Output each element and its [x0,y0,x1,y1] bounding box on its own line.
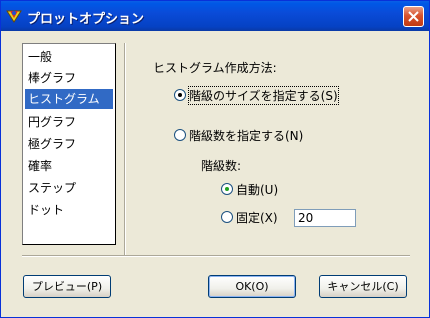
count-heading: 階級数: [201,159,242,173]
preview-button[interactable]: プレビュー(P) [23,275,111,298]
list-item-pie[interactable]: 円グラフ [25,112,113,132]
dialog-window: プロットオプション 一般 棒グラフ ヒストグラム 円グラフ 極グラフ 確率 ステ… [0,0,430,318]
list-item-step[interactable]: ステップ [25,178,113,198]
close-icon [408,11,419,22]
app-icon [6,8,22,24]
title-bar[interactable]: プロットオプション [1,1,429,31]
list-item-bar[interactable]: 棒グラフ [25,68,113,88]
radio-bin-size-label[interactable]: 階級のサイズを指定する(S) [188,86,339,105]
radio-bin-size[interactable] [174,89,186,101]
category-list[interactable]: 一般 棒グラフ ヒストグラム 円グラフ 極グラフ 確率 ステップ ドット [22,43,116,245]
list-item-probability[interactable]: 確率 [25,156,113,176]
horizontal-separator [22,255,410,257]
ok-button[interactable]: OK(O) [208,275,296,298]
radio-auto[interactable] [221,183,233,195]
radio-fixed-label[interactable]: 固定(X) [236,209,278,226]
close-button[interactable] [403,6,424,27]
method-heading: ヒストグラム作成方法: [153,61,277,75]
vertical-separator [124,43,126,255]
radio-auto-label[interactable]: 自動(U) [236,181,278,198]
window-title: プロットオプション [27,12,145,27]
list-item-dot[interactable]: ドット [25,200,113,220]
fixed-count-input[interactable] [294,209,356,227]
list-item-general[interactable]: 一般 [25,47,113,67]
radio-bin-count-label[interactable]: 階級数を指定する(N) [189,127,303,144]
cancel-button[interactable]: キャンセル(C) [319,275,407,298]
list-item-polar[interactable]: 極グラフ [25,134,113,154]
radio-fixed[interactable] [221,211,233,223]
radio-bin-count[interactable] [174,129,186,141]
list-item-histogram[interactable]: ヒストグラム [25,89,113,109]
